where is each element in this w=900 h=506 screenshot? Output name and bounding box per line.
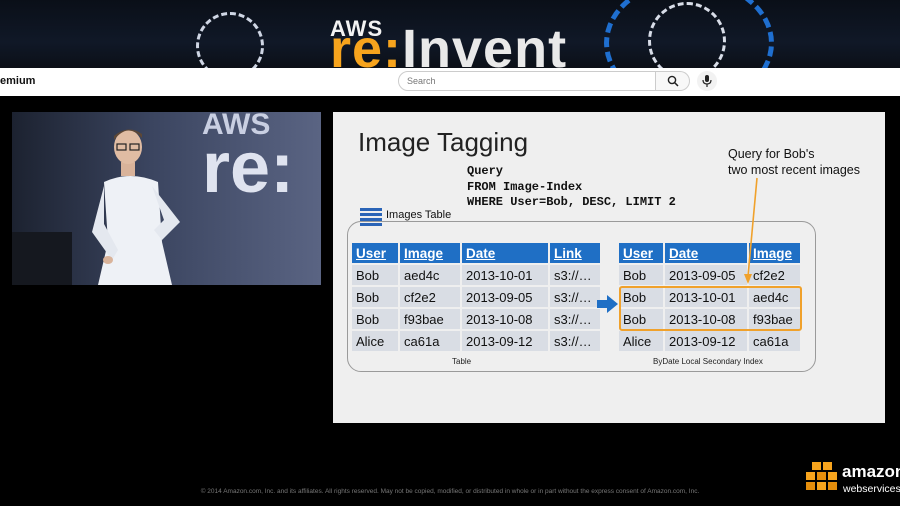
- search-input[interactable]: [398, 71, 656, 91]
- youtube-top-bar: emium: [0, 68, 900, 96]
- table-row: Alice 2013-09-12 ca61a: [619, 331, 800, 351]
- table-cell: 2013-10-08: [462, 309, 548, 329]
- voice-search-button[interactable]: [697, 71, 717, 91]
- table-cell: s3://…: [550, 287, 600, 307]
- table-cell: Bob: [352, 265, 398, 285]
- aws-logo-icon: [806, 462, 837, 490]
- decorative-ring-left: [196, 12, 264, 70]
- result-highlight-box: [619, 286, 802, 331]
- speaker-video[interactable]: AWS re:: [12, 112, 321, 285]
- table-header-cell: Image: [400, 243, 460, 263]
- table-caption: Table: [452, 357, 472, 366]
- table-cell: ca61a: [400, 331, 460, 351]
- table-cell: Alice: [619, 331, 663, 351]
- query-annotation: Query for Bob's two most recent images: [728, 146, 860, 178]
- query-code: Query FROM Image-Index WHERE User=Bob, DES…: [467, 164, 676, 211]
- table-cell: Alice: [352, 331, 398, 351]
- query-line: WHERE User=Bob, DESC, LIMIT 2: [467, 195, 676, 209]
- table-header-cell: Date: [462, 243, 548, 263]
- table-row: Bob aed4c 2013-10-01 s3://…: [352, 265, 600, 285]
- query-line: Query: [467, 164, 504, 178]
- table-header-cell: User: [352, 243, 398, 263]
- images-table-label: Images Table: [386, 209, 452, 221]
- table-header-row: User Date Image: [619, 243, 800, 263]
- table-header-cell: Link: [550, 243, 600, 263]
- table-cell: f93bae: [400, 309, 460, 329]
- copyright-footer: © 2014 Amazon.com, Inc. and its affiliat…: [200, 488, 700, 495]
- table-cell: 2013-09-12: [462, 331, 548, 351]
- aws-logo-webservices: webservices: [843, 483, 900, 495]
- table-row: Bob f93bae 2013-10-08 s3://…: [352, 309, 600, 329]
- table-cell: s3://…: [550, 265, 600, 285]
- table-header-row: User Image Date Link: [352, 243, 600, 263]
- search-button[interactable]: [656, 71, 690, 91]
- table-cell: s3://…: [550, 309, 600, 329]
- aws-logo-amazon: amazon: [842, 462, 900, 481]
- presentation-slide: Image Tagging Query FROM Image-Index WHERE…: [333, 112, 885, 423]
- event-banner: AWS re:Invent: [0, 0, 900, 70]
- slide-title: Image Tagging: [358, 127, 529, 157]
- table-row: Bob 2013-09-05 cf2e2: [619, 265, 800, 285]
- query-line: FROM Image-Index: [467, 179, 583, 194]
- annotation-line: Query for Bob's: [728, 147, 815, 161]
- mic-icon: [702, 75, 712, 87]
- premium-logo-text[interactable]: emium: [0, 75, 35, 87]
- annotation-arrow-icon: [744, 177, 758, 284]
- brand-invent: Invent: [402, 19, 568, 70]
- table-cell: 2013-09-05: [462, 287, 548, 307]
- table-header-cell: Date: [665, 243, 747, 263]
- brand-reinvent-text: re:Invent: [330, 22, 567, 70]
- table-cell: 2013-09-12: [665, 331, 747, 351]
- table-cell: Bob: [352, 309, 398, 329]
- table-cell: ca61a: [749, 331, 800, 351]
- table-header-cell: User: [619, 243, 663, 263]
- search-icon: [667, 75, 679, 87]
- decorative-ring-right-inner: [648, 2, 726, 70]
- table-icon: [360, 208, 382, 228]
- speaker-figure: [12, 129, 180, 285]
- right-arrow-icon: [597, 295, 618, 313]
- table-cell: 2013-10-01: [462, 265, 548, 285]
- table-row: Alice ca61a 2013-09-12 s3://…: [352, 331, 600, 351]
- index-caption: ByDate Local Secondary Index: [653, 357, 763, 366]
- table-cell: aed4c: [400, 265, 460, 285]
- images-table: User Image Date Link Bob aed4c 2013-10-0…: [350, 241, 602, 353]
- table-cell: cf2e2: [400, 287, 460, 307]
- table-cell: Bob: [352, 287, 398, 307]
- table-cell: s3://…: [550, 331, 600, 351]
- table-cell: 2013-09-05: [665, 265, 747, 285]
- table-cell: Bob: [619, 265, 663, 285]
- table-row: Bob cf2e2 2013-09-05 s3://…: [352, 287, 600, 307]
- brand-re: re:: [330, 19, 403, 70]
